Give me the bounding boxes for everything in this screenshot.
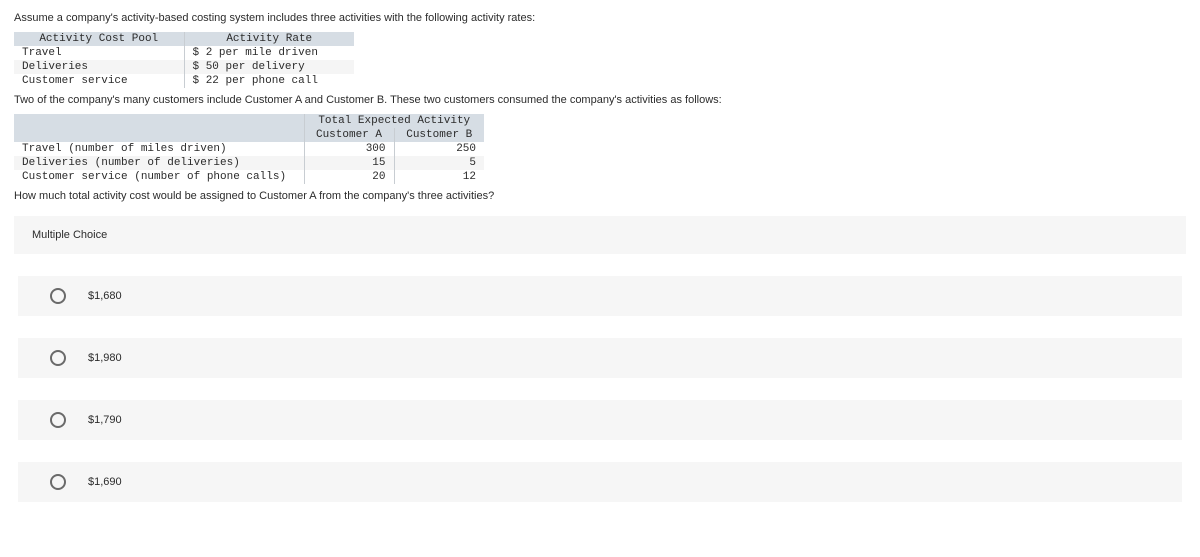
between-text: Two of the company's many customers incl… [14, 94, 1186, 106]
table-row: Customer service (number of phone calls)… [14, 170, 484, 184]
radio-icon [50, 474, 66, 490]
t2-header-b: Customer B [394, 128, 484, 142]
multiple-choice-label: Multiple Choice [14, 216, 1186, 254]
question-text: How much total activity cost would be as… [14, 190, 1186, 202]
radio-icon [50, 412, 66, 428]
radio-icon [50, 288, 66, 304]
t1-header-rate: Activity Rate [184, 32, 354, 46]
expected-activity-table: Total Expected Activity Customer A Custo… [14, 114, 484, 184]
option-2[interactable]: $1,980 [18, 338, 1182, 378]
options-list: $1,680 $1,980 $1,790 $1,690 [14, 276, 1186, 502]
table-row: Travel$ 2 per mile driven [14, 46, 354, 60]
option-4[interactable]: $1,690 [18, 462, 1182, 502]
table-row: Deliveries (number of deliveries) 15 5 [14, 156, 484, 170]
option-1[interactable]: $1,680 [18, 276, 1182, 316]
option-label: $1,980 [88, 352, 122, 364]
option-label: $1,790 [88, 414, 122, 426]
activity-rate-table: Activity Cost Pool Activity Rate Travel$… [14, 32, 354, 88]
multiple-choice-block: Multiple Choice $1,680 $1,980 $1,790 $1,… [14, 216, 1186, 502]
option-label: $1,680 [88, 290, 122, 302]
table-row: Customer service$ 22 per phone call [14, 74, 354, 88]
table-row: Deliveries$ 50 per delivery [14, 60, 354, 74]
t2-header-a: Customer A [304, 128, 394, 142]
option-3[interactable]: $1,790 [18, 400, 1182, 440]
option-label: $1,690 [88, 476, 122, 488]
t1-header-pool: Activity Cost Pool [14, 32, 184, 46]
intro-text: Assume a company's activity-based costin… [14, 12, 1186, 24]
radio-icon [50, 350, 66, 366]
t2-super-header: Total Expected Activity [304, 114, 484, 128]
table-row: Travel (number of miles driven) 300 250 [14, 142, 484, 156]
